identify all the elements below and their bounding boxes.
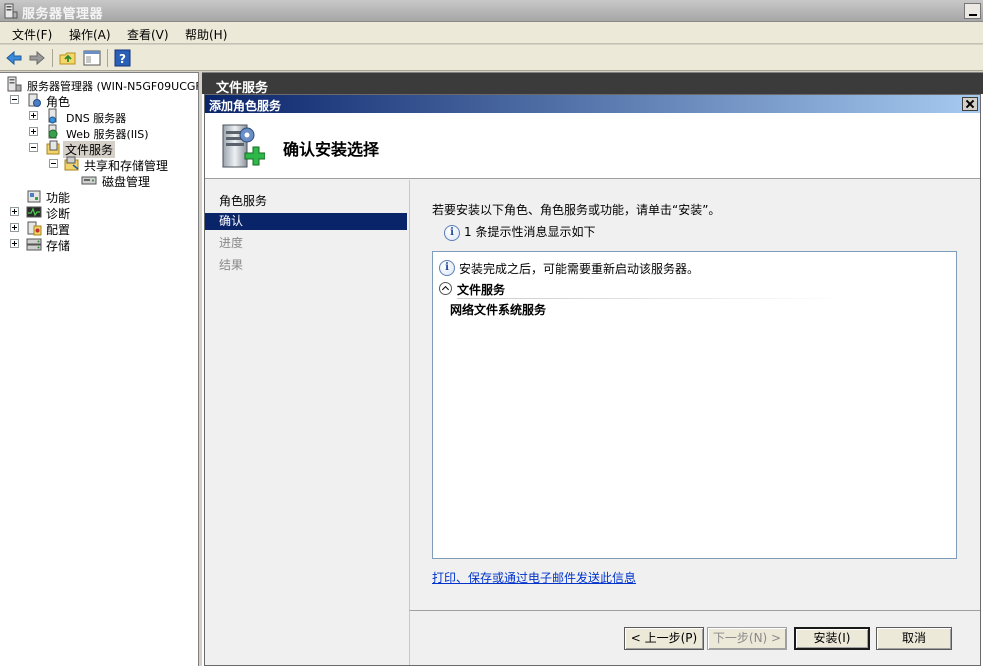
cancel-button[interactable]: 取消 [876,627,952,650]
toolbar: ? [0,45,983,71]
minimize-button[interactable] [964,3,981,19]
server-add-icon [222,124,265,168]
collapse-toggle[interactable] [49,159,58,168]
back-arrow-icon[interactable] [4,48,24,68]
help-icon[interactable]: ? [113,48,133,68]
add-role-services-dialog: 添加角色服务 确认安装选择 角色服务 确认 进度 结果 若要安装以下角色、角色服… [204,94,981,666]
menu-view[interactable]: 查看(V) [127,26,169,43]
expand-toggle[interactable] [29,111,38,120]
expand-toggle[interactable] [10,239,19,248]
wizard-step-results: 结果 [219,258,244,272]
menu-file[interactable]: 文件(F) [12,26,52,43]
menu-help[interactable]: 帮助(H) [185,26,227,43]
forward-arrow-icon[interactable] [27,48,47,68]
show-hide-tree-icon[interactable] [82,48,102,68]
tree-item-file-services[interactable]: 文件服务 [29,140,195,158]
wizard-button-bar: < 上一步(P) 下一步(N) > 安装(I) 取消 [409,610,980,665]
tree-item-share-storage-management[interactable]: 共享和存储管理 [49,156,195,173]
wizard-steps: 角色服务 确认 进度 结果 [205,180,409,665]
window-title: 服务器管理器 [22,7,104,22]
info-icon: i [439,260,455,276]
expand-toggle[interactable] [10,207,19,216]
server-manager-icon [4,3,18,19]
section-item-nfs: 网络文件系统服务 [450,303,547,317]
dns-server-icon [48,108,57,124]
disk-management-icon [81,176,97,185]
tree-item-storage[interactable]: 存储 [10,236,195,253]
section-divider [457,298,847,299]
wizard-content: 若要安装以下角色、角色服务或功能，请单击“安装”。 i 1 条提示性消息显示如下… [409,180,980,610]
tree-item-disk-management[interactable]: 磁盘管理 [81,172,195,189]
wizard-step-role-services[interactable]: 角色服务 [205,193,407,210]
tree-item-diagnostics[interactable]: 诊断 [10,204,195,221]
navigation-tree: 服务器管理器 (WIN-N5GF09UCGF 角色 DNS 服务器 Web 服务… [0,72,199,666]
dialog-close-button[interactable] [962,97,978,111]
results-pane-header: 文件服务 [202,72,983,96]
menu-action[interactable]: 操作(A) [69,26,111,43]
share-storage-icon [64,156,79,171]
tree-item-roles[interactable]: 角色 [10,92,195,109]
wizard-step-confirm[interactable]: 确认 [205,213,407,230]
info-icon: i [444,225,460,241]
svg-text:?: ? [119,52,126,66]
diagnostics-icon [26,206,42,218]
tree-item-server-manager[interactable]: 服务器管理器 (WIN-N5GF09UCGF [4,76,198,93]
server-manager-icon [7,76,22,92]
menu-bar: 文件(F) 操作(A) 查看(V) 帮助(H) [0,22,983,44]
dialog-title: 添加角色服务 [209,99,282,113]
configuration-icon [27,221,42,236]
install-button[interactable]: 安装(I) [794,627,870,650]
tree-item-web-server[interactable]: Web 服务器(IIS) [29,124,195,141]
expand-toggle[interactable] [29,127,38,136]
dialog-titlebar[interactable]: 添加角色服务 [205,95,980,113]
storage-icon [26,238,42,251]
tree-item-features[interactable]: 功能 [26,188,195,205]
message-count-text: 1 条提示性消息显示如下 [464,225,596,239]
roles-icon [28,93,41,107]
expand-toggle[interactable] [10,223,19,232]
tree-item-dns-server[interactable]: DNS 服务器 [29,108,195,125]
next-button: 下一步(N) > [707,627,787,650]
collapse-toggle[interactable] [10,95,19,104]
window-titlebar[interactable]: 服务器管理器 [0,0,983,22]
collapse-toggle[interactable] [29,143,38,152]
collapse-section-icon[interactable] [439,282,452,295]
back-button[interactable]: < 上一步(P) [624,627,704,650]
web-server-icon [48,124,58,139]
file-services-icon [46,140,60,155]
features-icon [27,190,41,203]
print-save-email-link[interactable]: 打印、保存或通过电子邮件发送此信息 [432,569,636,586]
wizard-step-progress: 进度 [219,236,244,250]
intro-text: 若要安装以下角色、角色服务或功能，请单击“安装”。 [432,203,721,217]
dialog-header: 确认安装选择 [205,113,980,179]
up-folder-icon[interactable] [58,48,78,68]
tree-item-configuration[interactable]: 配置 [10,220,195,237]
confirmation-list[interactable]: i 安装完成之后，可能需要重新启动该服务器。 文件服务 网络文件系统服务 [432,251,957,559]
section-title-file-services: 文件服务 [457,283,506,297]
dialog-heading: 确认安装选择 [283,140,380,159]
restart-info-message: 安装完成之后，可能需要重新启动该服务器。 [459,262,700,276]
